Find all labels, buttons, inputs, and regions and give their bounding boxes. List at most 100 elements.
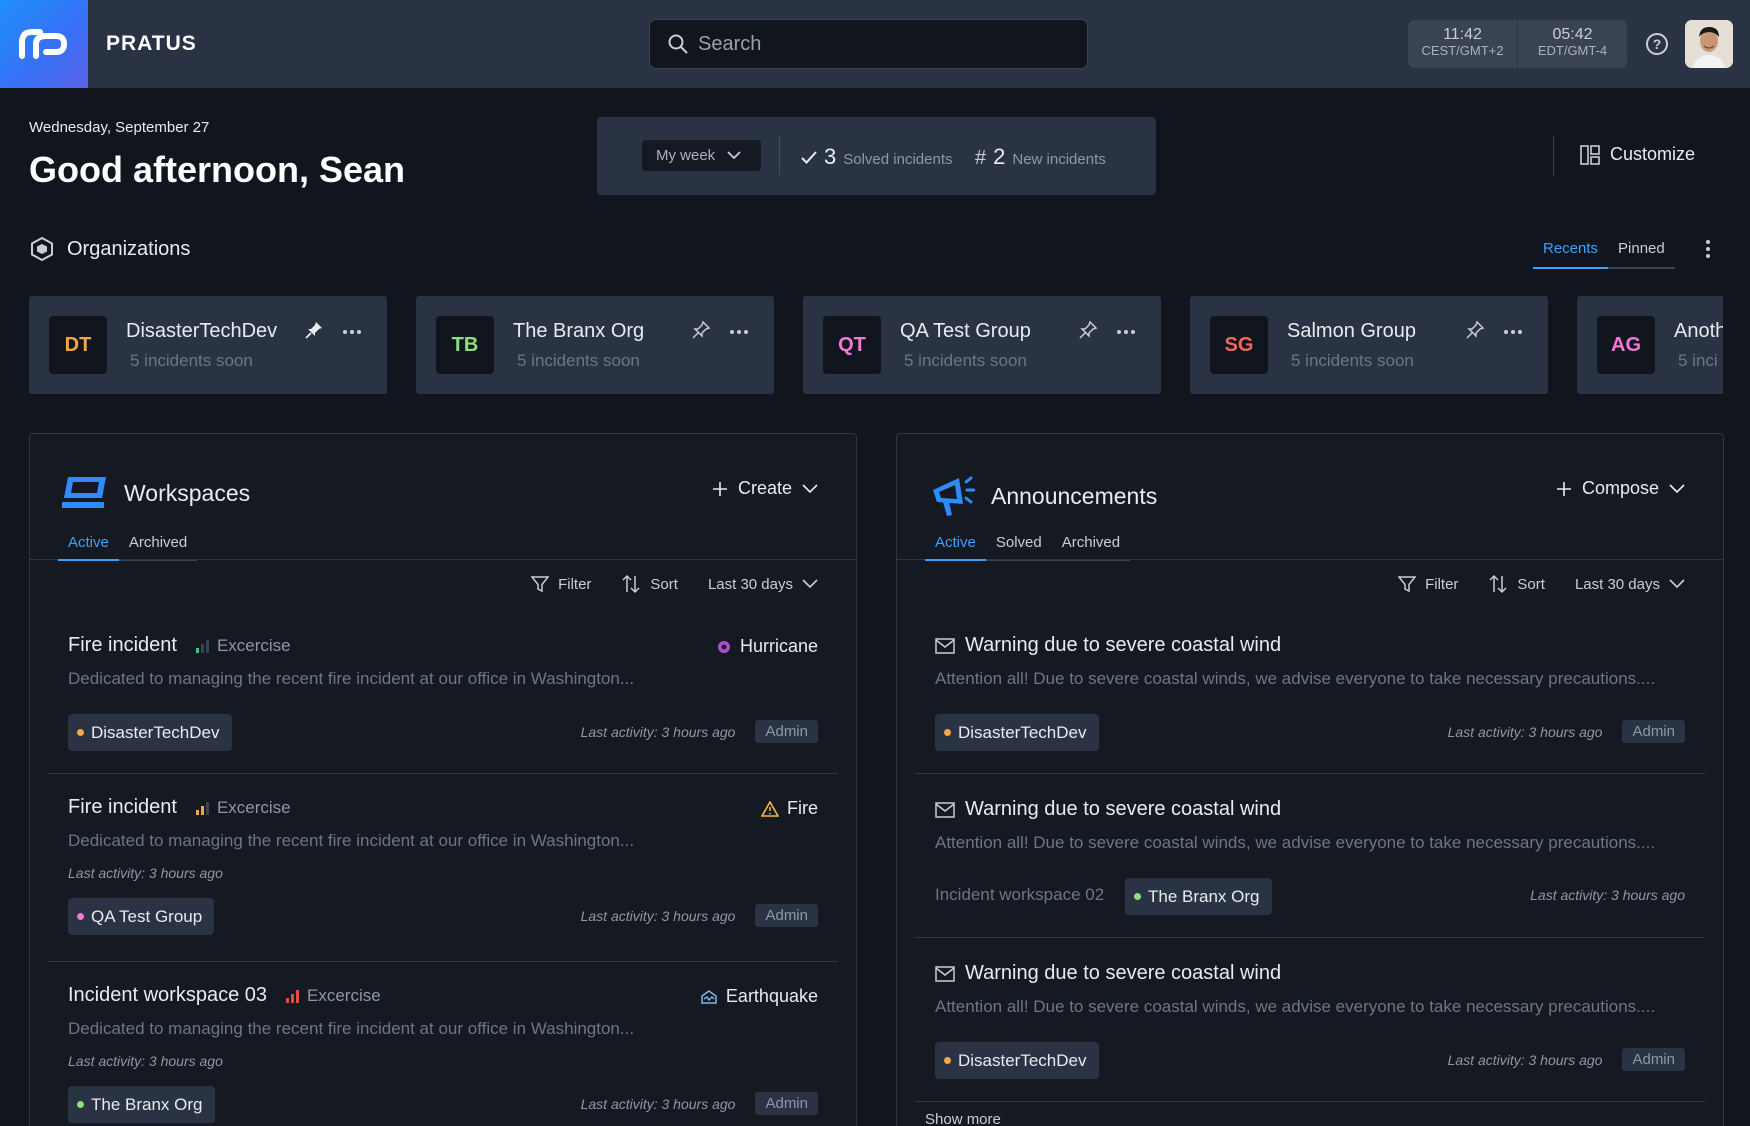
more-horizontal-icon[interactable] (343, 330, 361, 334)
search-box[interactable] (649, 19, 1088, 69)
workspace-icon (62, 477, 106, 508)
org-chip[interactable]: DisasterTechDev (68, 714, 232, 751)
workspace-item[interactable]: Incident workspace 03 Excercise Earthqua… (48, 984, 838, 1126)
last-activity: Last activity: 3 hours ago (1447, 1051, 1603, 1068)
org-chip[interactable]: The Branx Org (1125, 878, 1272, 915)
pin-outline-icon[interactable] (1078, 320, 1098, 340)
divider (1553, 136, 1554, 176)
workspace-description: Dedicated to managing the recent fire in… (68, 669, 635, 688)
pin-outline-icon[interactable] (1465, 320, 1485, 340)
create-button[interactable]: Create (712, 478, 818, 499)
pratus-logo[interactable] (0, 0, 88, 88)
compose-label: Compose (1581, 478, 1659, 498)
chevron-down-icon (727, 151, 741, 160)
org-chip-label: QA Test Group (91, 906, 203, 926)
tab-active[interactable]: Active (925, 534, 986, 561)
org-dot (77, 729, 84, 736)
tab-archived[interactable]: Archived (1052, 534, 1130, 560)
organizations-tabs: Recents Pinned (1533, 240, 1675, 269)
workspace-item[interactable]: Fire incident Excercise Hurricane Dedica… (48, 634, 838, 774)
org-card[interactable]: QT QA Test Group 5 incidents soon (803, 296, 1161, 394)
show-more-link[interactable]: Show more (925, 1111, 1001, 1126)
announcement-meta: Last activity: 3 hours ago Admin (1448, 720, 1685, 743)
more-horizontal-icon[interactable] (1117, 330, 1135, 334)
org-card[interactable]: TB The Branx Org 5 incidents soon (416, 296, 774, 394)
last-activity-inline: Last activity: 3 hours ago (68, 865, 223, 881)
organizations-header: Organizations (29, 236, 190, 262)
period-select[interactable]: My week (642, 140, 761, 171)
workspace-item[interactable]: Fire incident Excercise Fire Dedicated t… (48, 796, 838, 962)
clock-zone: CEST/GMT+2 (1421, 43, 1504, 58)
org-chip[interactable]: DisasterTechDev (935, 1042, 1099, 1079)
brand-name: PRATUS (106, 32, 197, 55)
role-badge: Admin (755, 1092, 818, 1115)
more-vertical-icon[interactable] (1706, 240, 1710, 258)
help-icon[interactable]: ? (1646, 33, 1668, 55)
solved-incidents-stat[interactable]: 3 Solved incidents (801, 144, 952, 170)
date-range-select[interactable]: Last 30 days (708, 576, 818, 593)
org-subtitle: 5 inci (1678, 351, 1718, 370)
period-select-value: My week (656, 147, 716, 164)
filter-label: Filter (558, 575, 592, 593)
tab-active[interactable]: Active (58, 534, 119, 561)
org-card[interactable]: SG Salmon Group 5 incidents soon (1190, 296, 1548, 394)
sort-button[interactable]: Sort (1488, 574, 1545, 594)
hash-icon: # (975, 147, 987, 169)
organizations-title: Organizations (67, 237, 191, 260)
announcement-item[interactable]: Warning due to severe coastal wind Atten… (915, 962, 1705, 1102)
org-card[interactable]: AG Anoth 5 inci (1577, 296, 1723, 394)
org-name: Anoth (1674, 320, 1723, 342)
org-dot (944, 729, 951, 736)
tab-pinned[interactable]: Pinned (1608, 240, 1675, 269)
org-chip-label: DisasterTechDev (958, 1050, 1087, 1070)
new-count: 2 (993, 144, 1006, 169)
workspace-meta: Last activity: 3 hours ago Admin (581, 904, 818, 927)
announcement-meta: Last activity: 3 hours ago (1530, 887, 1685, 903)
role-badge: Admin (755, 720, 818, 743)
workspace-meta: Last activity: 3 hours ago Admin (581, 1092, 818, 1115)
role-badge: Admin (1622, 720, 1685, 743)
more-horizontal-icon[interactable] (1504, 330, 1522, 334)
filter-button[interactable]: Filter (1398, 575, 1458, 593)
filter-button[interactable]: Filter (531, 575, 591, 593)
tab-archived[interactable]: Archived (119, 534, 197, 560)
new-incidents-stat[interactable]: # 2 New incidents (975, 144, 1106, 170)
hurricane-icon (717, 640, 730, 653)
sort-icon (622, 574, 640, 594)
announcement-item[interactable]: Warning due to severe coastal wind Atten… (915, 634, 1705, 774)
org-chip[interactable]: QA Test Group (68, 898, 215, 935)
org-card[interactable]: DT DisasterTechDev 5 incidents soon (29, 296, 387, 394)
page-title: Good afternoon, Sean (29, 149, 406, 190)
compose-button[interactable]: Compose (1556, 478, 1685, 499)
tab-solved[interactable]: Solved (986, 534, 1052, 560)
workspace-title-row: Fire incident Excercise (68, 634, 291, 657)
announcements-title: Announcements (991, 482, 1158, 509)
date-range-select[interactable]: Last 30 days (1575, 576, 1685, 593)
customize-label: Customize (1610, 144, 1696, 164)
signal-low-icon (195, 639, 209, 653)
pin-outline-icon[interactable] (691, 320, 711, 340)
tab-recents[interactable]: Recents (1533, 240, 1609, 269)
search-input[interactable] (698, 32, 1058, 56)
pin-icon[interactable] (304, 320, 324, 340)
org-chip-label: DisasterTechDev (91, 722, 220, 742)
org-chip[interactable]: The Branx Org (68, 1086, 215, 1123)
more-horizontal-icon[interactable] (730, 330, 748, 334)
customize-button[interactable]: Customize (1580, 144, 1695, 165)
avatar[interactable] (1685, 20, 1733, 68)
org-initials: AG (1597, 316, 1655, 374)
workspaces-panel: Workspaces Create Active Archived Filter… (29, 433, 857, 1126)
org-chip[interactable]: DisasterTechDev (935, 714, 1099, 751)
clock-time: 11:42 (1443, 26, 1482, 43)
org-initials: DT (49, 316, 107, 374)
sort-button[interactable]: Sort (621, 574, 678, 594)
workspace-title: Incident workspace 03 (68, 984, 268, 1006)
announcement-title-row: Warning due to severe coastal wind (935, 962, 1281, 985)
announcement-item[interactable]: Warning due to severe coastal wind Atten… (915, 798, 1705, 938)
org-dot (1134, 893, 1141, 900)
org-subtitle: 5 incidents soon (1291, 351, 1414, 370)
workspace-title-row: Fire incident Excercise (68, 796, 291, 819)
sort-icon (1489, 574, 1507, 594)
incident-type-tag: Earthquake (700, 986, 818, 1007)
pratus-logo-icon (19, 29, 68, 59)
